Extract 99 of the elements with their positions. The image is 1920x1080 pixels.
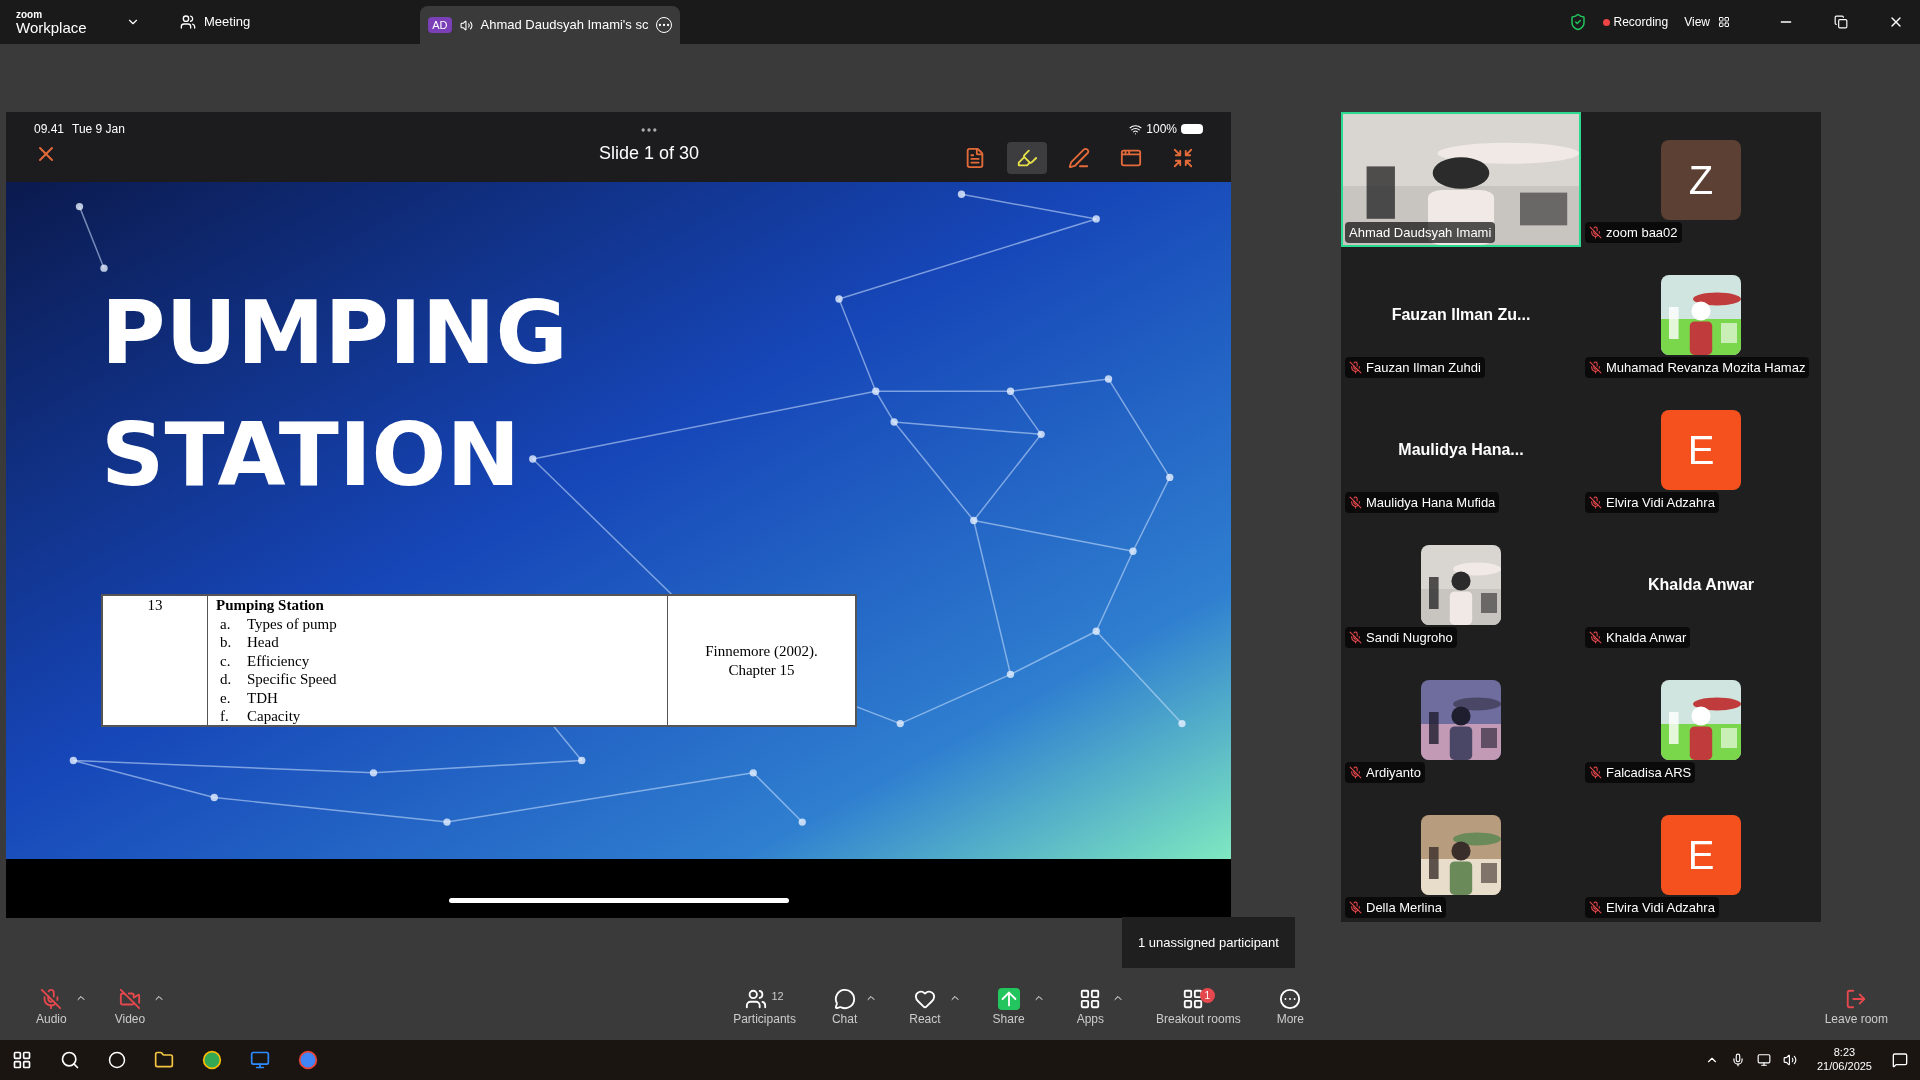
slide-counter: Slide 1 of 30: [598, 142, 700, 165]
highlighter-icon: [1016, 147, 1038, 169]
more-button[interactable]: More: [1272, 988, 1309, 1028]
wifi-icon: [1129, 122, 1143, 136]
participant-tile[interactable]: Ahmad Daudsyah Imami: [1341, 112, 1581, 247]
participant-tile[interactable]: Della Merlina: [1341, 787, 1581, 922]
name-label: Fauzan Ilman Zuhdi: [1345, 356, 1485, 378]
reference-text: Chapter 15: [728, 660, 795, 679]
audio-button[interactable]: Audio: [32, 988, 71, 1028]
name-label: Della Merlina: [1345, 896, 1446, 918]
shrink-icon: [1172, 147, 1194, 169]
battery-icon: [1181, 124, 1203, 134]
participant-tile[interactable]: Ardiyanto: [1341, 652, 1581, 787]
reference-text: Finnemore (2002).: [705, 642, 818, 661]
participant-tile[interactable]: Falcadisa ARS: [1581, 652, 1821, 787]
share-icon: [997, 988, 1020, 1010]
participant-count: 12: [771, 989, 784, 1004]
video-off-icon: [118, 988, 141, 1010]
participants-icon: [745, 988, 768, 1010]
battery-level: 100%: [1146, 121, 1177, 138]
avatar-letter: E: [1661, 409, 1741, 490]
chat-icon: [833, 988, 856, 1010]
name-label: Elvira Vidi Adzahra: [1585, 491, 1719, 513]
notes-icon: [964, 147, 986, 169]
participants-button[interactable]: 12 Participants: [729, 988, 800, 1028]
list-item: f. Capacity: [219, 707, 302, 726]
list-item: a. Types of pump: [219, 614, 338, 633]
view-button[interactable]: View: [1684, 13, 1730, 31]
tooltip: 1 unassigned participant: [1122, 916, 1295, 968]
apps-icon: [1079, 988, 1102, 1010]
participant-tile[interactable]: Maulidya Hana... Maulidya Hana Mufida: [1341, 382, 1581, 517]
name-label: Ardiyanto: [1345, 761, 1425, 783]
name-label: Sandi Nugroho: [1345, 626, 1457, 648]
slide-title: STATION: [101, 402, 522, 508]
list-item: c. Efficiency: [219, 651, 311, 670]
participant-tile[interactable]: Sandi Nugroho: [1341, 517, 1581, 652]
share-tab[interactable]: AD Ahmad Daudsyah Imami's sc: [420, 6, 681, 44]
breakout-icon: [1181, 988, 1204, 1010]
tab-label: Ahmad Daudsyah Imami's sc: [480, 16, 649, 35]
date: Tue 9 Jan: [72, 121, 125, 138]
start-icon[interactable]: [12, 1050, 32, 1070]
share-button[interactable]: Share: [988, 988, 1029, 1028]
participant-tile[interactable]: E Elvira Vidi Adzahra: [1581, 382, 1821, 517]
display-name: Maulidya Hana...: [1398, 439, 1524, 460]
name-label: Ahmad Daudsyah Imami: [1345, 221, 1496, 243]
name-label: Falcadisa ARS: [1585, 761, 1696, 783]
restore-icon[interactable]: [1834, 15, 1848, 29]
notification-badge: 1: [1199, 988, 1215, 1003]
logo-small: zoom: [16, 9, 44, 20]
display-name: Fauzan Ilman Zu...: [1391, 304, 1531, 325]
people-icon: [180, 14, 196, 30]
video-button[interactable]: Video: [110, 988, 150, 1028]
circle-icon[interactable]: [108, 1051, 126, 1069]
window-icon: [1120, 147, 1142, 169]
react-icon: [913, 988, 936, 1010]
grid-icon: [1718, 16, 1730, 28]
highlighter-tool-button[interactable]: [1007, 142, 1047, 174]
more-icon: [1279, 988, 1302, 1010]
table-cell-text: Pumping Station: [216, 596, 325, 615]
table-cell: 13: [147, 597, 163, 613]
slide-title: PUMPING: [101, 280, 569, 386]
display-name: Khalda Anwar: [1647, 574, 1755, 595]
meeting-tab[interactable]: Meeting: [180, 12, 251, 32]
leave-button[interactable]: Leave room: [1824, 988, 1888, 1028]
name-label: Khalda Anwar: [1585, 626, 1691, 648]
name-label: Maulidya Hana Mufida: [1345, 491, 1500, 513]
name-label: Muhamad Revanza Mozita Hamaz: [1585, 356, 1810, 378]
shield-icon: [1568, 13, 1587, 31]
recording-indicator[interactable]: Recording: [1602, 13, 1669, 31]
pen-icon: [1068, 147, 1090, 169]
clock-time: 8:23: [1833, 1046, 1856, 1060]
list-item: e. TDH: [219, 688, 279, 707]
participant-tile[interactable]: Z zoom baa02: [1581, 112, 1821, 247]
avatar-letter: E: [1661, 814, 1741, 895]
participant-tile[interactable]: Muhamad Revanza Mozita Hamaz: [1581, 247, 1821, 382]
name-label: zoom baa02: [1585, 221, 1682, 243]
participant-tile[interactable]: E Elvira Vidi Adzahra: [1581, 787, 1821, 922]
logo-text: Workplace: [16, 19, 88, 35]
list-item: d. Specific Speed: [219, 670, 338, 689]
chat-button[interactable]: Chat: [827, 988, 862, 1028]
breakout-button[interactable]: 1 Breakout rooms: [1152, 988, 1245, 1028]
list-item: b. Head: [219, 633, 280, 652]
search-icon[interactable]: [60, 1050, 80, 1070]
muted-mic-icon: [40, 988, 63, 1010]
name-label: Elvira Vidi Adzahra: [1585, 896, 1719, 918]
notification-icon[interactable]: [1892, 1052, 1908, 1068]
apps-button[interactable]: Apps: [1072, 988, 1108, 1028]
react-button[interactable]: React: [905, 988, 945, 1028]
avatar-initials: AD: [428, 16, 452, 34]
mic-icon[interactable]: [1730, 1053, 1745, 1067]
folder-icon[interactable]: [154, 1050, 174, 1070]
avatar-letter: Z: [1661, 139, 1741, 220]
exit-icon: [1845, 988, 1868, 1010]
participant-tile[interactable]: Fauzan Ilman Zu... Fauzan Ilman Zuhdi: [1341, 247, 1581, 382]
clock-date: 21/06/2025: [1816, 1060, 1872, 1074]
time: 09.41: [34, 121, 65, 138]
speaker-icon: [459, 18, 473, 32]
speaker-icon[interactable]: [1782, 1053, 1797, 1067]
participant-tile[interactable]: Khalda Anwar Khalda Anwar: [1581, 517, 1821, 652]
